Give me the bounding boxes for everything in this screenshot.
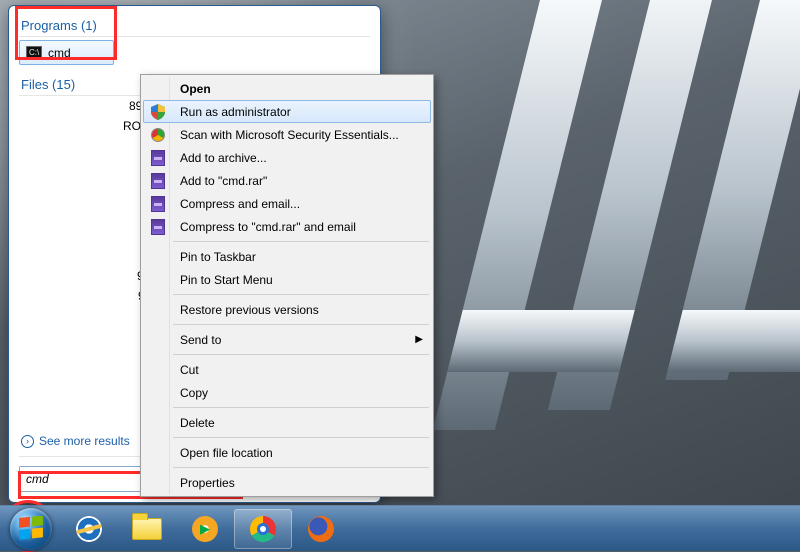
ctx-add-to-archive[interactable]: Add to archive... [143, 146, 431, 169]
ctx-label: Run as administrator [174, 105, 291, 119]
separator [173, 437, 429, 438]
firefox-icon [308, 516, 334, 542]
ctx-restore-versions[interactable]: Restore previous versions [143, 298, 431, 321]
taskbar-explorer[interactable] [118, 509, 176, 549]
ctx-compress-cmdrar-email[interactable]: Compress to "cmd.rar" and email [143, 215, 431, 238]
ctx-label: Add to "cmd.rar" [174, 174, 267, 188]
taskbar-firefox[interactable] [292, 509, 350, 549]
ctx-label: Delete [174, 416, 215, 430]
ctx-label: Restore previous versions [174, 303, 319, 317]
separator [173, 467, 429, 468]
ctx-label: Copy [174, 386, 208, 400]
ctx-label: Open [174, 82, 211, 96]
submenu-arrow-icon: ▶ [415, 334, 423, 345]
start-button[interactable] [2, 509, 60, 549]
blank-icon [149, 331, 167, 349]
ctx-scan-security[interactable]: Scan with Microsoft Security Essentials.… [143, 123, 431, 146]
ctx-label: Scan with Microsoft Security Essentials.… [174, 128, 399, 142]
taskbar-chrome[interactable] [234, 509, 292, 549]
search-result-label: cmd [48, 46, 71, 60]
taskbar-media-player[interactable]: ▶ [176, 509, 234, 549]
taskbar: ▶ [0, 505, 800, 551]
blank-icon [149, 271, 167, 289]
programs-header: Programs (1) [19, 14, 370, 37]
blank-icon [149, 80, 167, 98]
ctx-cut[interactable]: Cut [143, 358, 431, 381]
ctx-label: Send to [174, 333, 221, 347]
blank-icon [149, 414, 167, 432]
ctx-label: Properties [174, 476, 235, 490]
blank-icon [149, 301, 167, 319]
shield-icon [149, 103, 167, 121]
ctx-open-file-location[interactable]: Open file location [143, 441, 431, 464]
blank-icon [149, 474, 167, 492]
folder-icon [132, 518, 162, 540]
ctx-label: Open file location [174, 446, 273, 460]
archive-icon [149, 149, 167, 167]
ctx-properties[interactable]: Properties [143, 471, 431, 494]
ctx-copy[interactable]: Copy [143, 381, 431, 404]
cmd-icon: C:\ [26, 46, 42, 60]
taskbar-ie[interactable] [60, 509, 118, 549]
ctx-label: Pin to Taskbar [174, 250, 256, 264]
ctx-open[interactable]: Open [143, 77, 431, 100]
ctx-compress-email[interactable]: Compress and email... [143, 192, 431, 215]
ctx-label: Pin to Start Menu [174, 273, 273, 287]
ctx-label: Cut [174, 363, 199, 377]
separator [173, 354, 429, 355]
ctx-label: Compress to "cmd.rar" and email [174, 220, 356, 234]
archive-icon [149, 218, 167, 236]
see-more-icon: › [21, 435, 34, 448]
ctx-pin-start[interactable]: Pin to Start Menu [143, 268, 431, 291]
search-result-cmd[interactable]: C:\ cmd [19, 40, 114, 65]
media-player-icon: ▶ [192, 516, 218, 542]
blank-icon [149, 384, 167, 402]
separator [173, 294, 429, 295]
separator [173, 407, 429, 408]
ctx-send-to[interactable]: Send to ▶ [143, 328, 431, 351]
archive-icon [149, 172, 167, 190]
ctx-add-to-cmdrar[interactable]: Add to "cmd.rar" [143, 169, 431, 192]
archive-icon [149, 195, 167, 213]
ctx-delete[interactable]: Delete [143, 411, 431, 434]
ctx-label: Add to archive... [174, 151, 267, 165]
blank-icon [149, 248, 167, 266]
separator [173, 324, 429, 325]
separator [173, 241, 429, 242]
blank-icon [149, 444, 167, 462]
ctx-pin-taskbar[interactable]: Pin to Taskbar [143, 245, 431, 268]
blank-icon [149, 361, 167, 379]
start-orb-icon [10, 508, 52, 550]
security-icon [149, 126, 167, 144]
ctx-run-as-administrator[interactable]: Run as administrator [143, 100, 431, 123]
chrome-icon [250, 516, 276, 542]
ie-icon [76, 516, 102, 542]
ctx-label: Compress and email... [174, 197, 300, 211]
context-menu: Open Run as administrator Scan with Micr… [140, 74, 434, 497]
see-more-label: See more results [39, 434, 130, 448]
